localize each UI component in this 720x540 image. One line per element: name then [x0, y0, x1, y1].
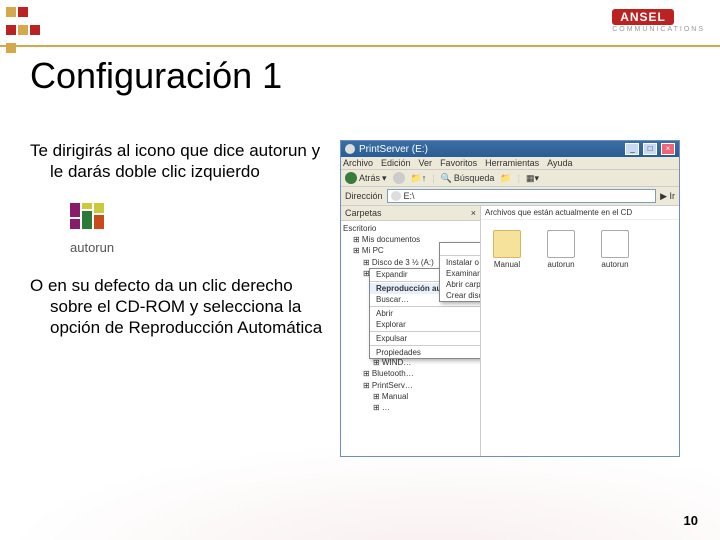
autorun-label: autorun	[70, 240, 330, 255]
search-button[interactable]: 🔍 Búsqueda	[441, 173, 495, 184]
autorun-file-icon[interactable]: autorun	[543, 230, 579, 269]
address-bar: Dirección E:\ ▶ Ir	[341, 187, 679, 206]
autorun-icon	[70, 203, 110, 238]
up-button[interactable]: 📁↑	[411, 173, 427, 184]
autorun-exe-icon[interactable]: autorun	[597, 230, 633, 269]
ctx-item[interactable]: Instalar o ejecutar programa…	[440, 257, 481, 268]
context-submenu: …InstallShield Instalar o ejecutar progr…	[439, 242, 481, 302]
menubar: Archivo Edición Ver Favoritos Herramient…	[341, 157, 679, 170]
explorer-window: PrintServer (E:) _ □ × Archivo Edición V…	[340, 140, 680, 457]
tree-item[interactable]: Escritorio	[343, 223, 478, 234]
close-button[interactable]: ×	[661, 143, 675, 155]
menu-item[interactable]: Favoritos	[440, 158, 477, 168]
titlebar: PrintServer (E:) _ □ ×	[341, 141, 679, 157]
tree-item[interactable]: ⊞ Manual	[343, 391, 478, 402]
brand-subtitle: COMMUNICATIONS	[612, 26, 705, 33]
ctx-item[interactable]: Crear discs and style	[440, 290, 481, 301]
menu-item[interactable]: Archivo	[343, 158, 373, 168]
ctx-item[interactable]: Expulsar	[370, 333, 481, 344]
menu-item[interactable]: Ayuda	[547, 158, 572, 168]
tree-item[interactable]: ⊞ PrintServ…	[343, 380, 478, 391]
menu-item[interactable]: Ver	[419, 158, 433, 168]
back-button[interactable]: Atrás ▾	[345, 172, 387, 184]
paragraph-2: O en su defecto da un clic derecho sobre…	[30, 275, 330, 339]
screenshot-column: PrintServer (E:) _ □ × Archivo Edición V…	[340, 140, 700, 500]
text-column: Te dirigirás al icono que dice autorun y…	[30, 140, 330, 500]
tree-item[interactable]: ⊞ Bluetooth…	[343, 368, 478, 379]
brand-name: ANSEL	[612, 9, 674, 25]
address-label: Dirección	[345, 191, 383, 201]
page-title: Configuración 1	[30, 55, 282, 97]
go-button[interactable]: ▶ Ir	[660, 191, 675, 202]
close-tree-icon[interactable]: ×	[471, 208, 476, 218]
minimize-button[interactable]: _	[625, 143, 639, 155]
ctx-item[interactable]: Propiedades	[370, 347, 481, 358]
logo-pixels	[5, 5, 41, 59]
content-header: Archivos que están actualmente en el CD	[481, 206, 679, 220]
ctx-item[interactable]: Abrir carpeta para ver…	[440, 279, 481, 290]
ctx-item[interactable]: Examinar el software en CD	[440, 268, 481, 279]
ctx-item[interactable]: Abrir	[370, 308, 481, 319]
divider	[0, 45, 720, 47]
content-panel: Archivos que están actualmente en el CD …	[481, 206, 679, 456]
views-button[interactable]: ▦▾	[526, 173, 539, 184]
sub-header: …InstallShield	[440, 243, 481, 254]
forward-button[interactable]	[393, 172, 405, 184]
window-controls: _ □ ×	[624, 143, 675, 155]
ctx-item[interactable]: Explorar	[370, 319, 481, 330]
menu-item[interactable]: Herramientas	[485, 158, 539, 168]
tree-title: Carpetas	[345, 208, 382, 218]
tree-item[interactable]: ⊞ …	[343, 402, 478, 413]
folders-button[interactable]: 📁	[500, 173, 511, 184]
window-title: PrintServer (E:)	[345, 144, 428, 155]
menu-item[interactable]: Edición	[381, 158, 411, 168]
address-field[interactable]: E:\	[387, 189, 657, 203]
paragraph-1: Te dirigirás al icono que dice autorun y…	[30, 140, 330, 183]
maximize-button[interactable]: □	[643, 143, 657, 155]
toolbar: Atrás ▾ 📁↑ | 🔍 Búsqueda 📁 | ▦▾	[341, 170, 679, 187]
folder-tree: Carpetas × Escritorio⊞ Mis documentos⊞ M…	[341, 206, 481, 456]
autorun-icon-block: autorun	[70, 203, 330, 255]
brand-logo: ANSEL COMMUNICATIONS	[612, 8, 705, 33]
page-number: 10	[684, 513, 698, 528]
folder-icon[interactable]: Manual	[489, 230, 525, 269]
